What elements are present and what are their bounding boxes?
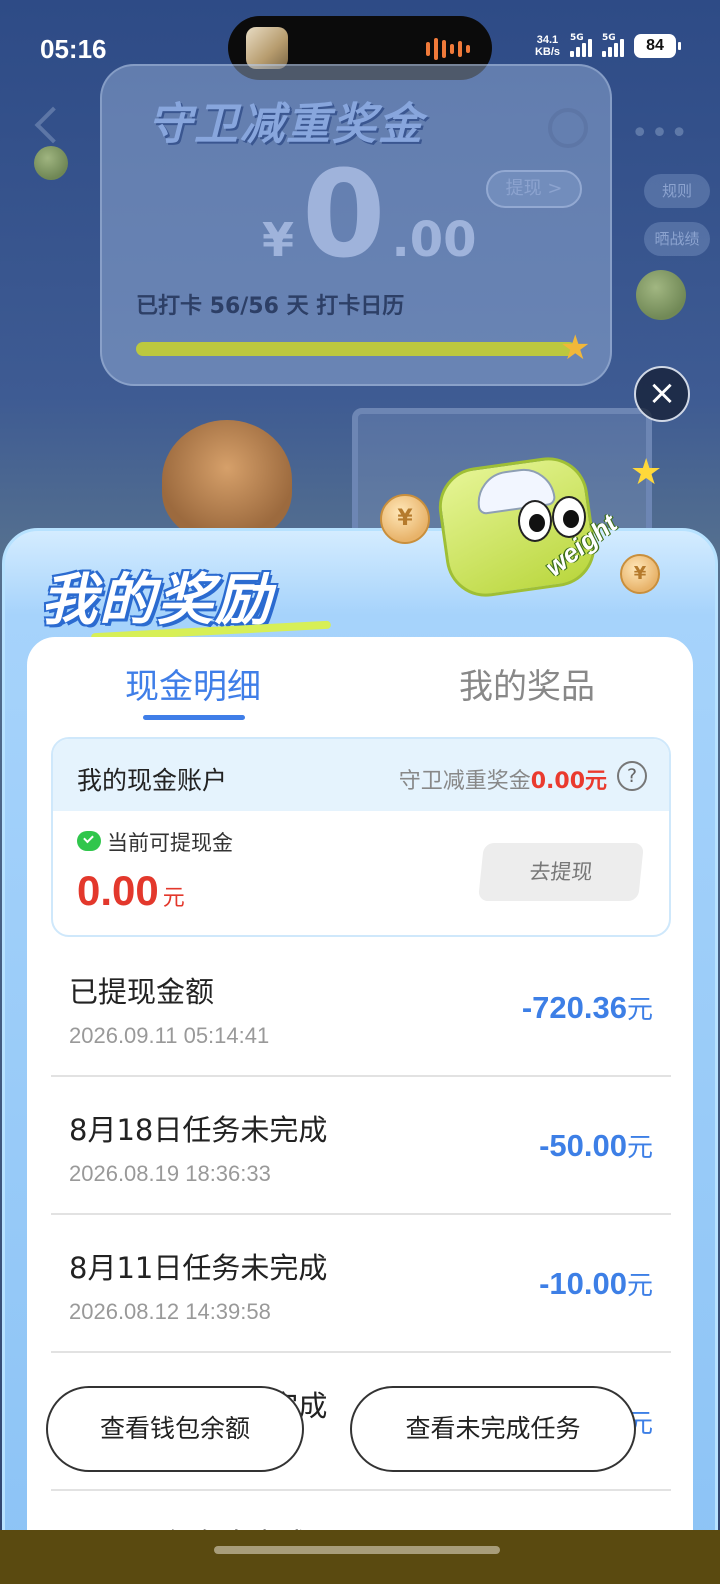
character-illustration xyxy=(162,420,292,540)
battery-icon: 84 xyxy=(634,34,681,58)
bonus-summary: 守卫减重奖金0.00元 xyxy=(399,763,607,795)
bonus-card: 守卫减重奖金 提现 > ¥ 0 .00 已打卡 56/56 天 打卡日历 ★ xyxy=(100,64,612,386)
scale-mascot-illustration: ¥ weight ★ ¥ xyxy=(380,440,700,610)
checkin-progress-bar xyxy=(136,342,576,356)
record-title: 已提现金额 xyxy=(69,975,215,1009)
sheet-title: 我的奖励 xyxy=(41,568,273,633)
status-indicators: 34.1 KB/s 5G 5G 84 xyxy=(535,33,681,58)
help-icon[interactable]: ? xyxy=(617,761,647,791)
tab-my-prizes[interactable]: 我的奖品 xyxy=(459,659,595,708)
network-speed-value: 34.1 xyxy=(536,34,559,46)
available-cash-unit: 元 xyxy=(162,886,185,911)
back-arrow-icon[interactable] xyxy=(34,106,72,144)
tab-cash-details[interactable]: 现金明细 xyxy=(125,659,261,708)
bottom-action-bar: 查看钱包余额 查看未完成任务 xyxy=(0,1386,720,1476)
share-icon[interactable] xyxy=(548,108,588,148)
bonus-card-title: 守卫减重奖金 xyxy=(148,99,424,150)
bonus-currency: ¥ xyxy=(262,213,295,267)
coin-icon: ¥ xyxy=(380,494,430,544)
bonus-summary-value: 0.00元 xyxy=(530,769,607,794)
bonus-amount: ¥ 0 .00 xyxy=(262,156,477,276)
star-icon: ★ xyxy=(630,452,663,493)
bonus-decimal: .00 xyxy=(391,212,477,268)
record-amount-value: -10.00 xyxy=(539,1266,627,1301)
list-item: 8月18日任务未完成 2026.08.19 18:36:33 -50.00元 xyxy=(51,1077,671,1215)
cash-account-card: 我的现金账户 守卫减重奖金0.00元 ? 当前可提现金 0.00 元 去提现 xyxy=(51,737,671,937)
coin-icon: ¥ xyxy=(620,554,660,594)
rules-button[interactable]: 规则 xyxy=(644,174,710,208)
cash-account-header: 我的现金账户 守卫减重奖金0.00元 ? xyxy=(53,739,669,811)
audio-wave-icon xyxy=(426,38,470,60)
record-title: 8月11日任务未完成 xyxy=(69,1251,328,1285)
record-amount-unit: 元 xyxy=(626,995,653,1025)
record-time: 2026.08.12 14:39:58 xyxy=(69,1299,271,1324)
record-title: 8月18日任务未完成 xyxy=(69,1113,328,1147)
network-speed: 34.1 KB/s xyxy=(535,34,560,58)
mascot-eye-icon xyxy=(518,500,552,542)
network-speed-unit: KB/s xyxy=(534,46,560,58)
record-amount-value: -720.36 xyxy=(521,990,627,1025)
tennis-ball-decoration xyxy=(34,146,68,180)
close-icon[interactable]: × xyxy=(634,366,690,422)
record-amount: -50.00元 xyxy=(539,1127,653,1164)
more-options-icon[interactable]: ••• xyxy=(631,116,690,151)
view-wallet-balance-button[interactable]: 查看钱包余额 xyxy=(46,1386,304,1472)
record-amount-unit: 元 xyxy=(626,1133,653,1163)
available-cash-value: 0.00 xyxy=(77,867,159,914)
available-cash-amount: 0.00 元 xyxy=(77,867,185,915)
record-amount-unit: 元 xyxy=(626,1271,653,1301)
active-tab-indicator xyxy=(143,715,245,720)
bonus-summary-label: 守卫减重奖金 xyxy=(398,769,531,794)
signal-2-icon: 5G xyxy=(602,33,624,57)
list-item: 8月11日任务未完成 2026.08.12 14:39:58 -10.00元 xyxy=(51,1215,671,1353)
record-time: 2026.09.11 05:14:41 xyxy=(69,1023,270,1048)
record-amount-value: -50.00 xyxy=(539,1128,627,1163)
list-item: 已提现金额 2026.09.11 05:14:41 -720.36元 xyxy=(51,939,671,1077)
star-icon: ★ xyxy=(560,328,591,368)
home-indicator[interactable] xyxy=(214,1546,500,1554)
bonus-integer: 0 xyxy=(302,146,386,285)
wechat-check-icon xyxy=(77,831,101,851)
checkin-progress-text[interactable]: 已打卡 56/56 天 打卡日历 xyxy=(136,288,404,320)
status-time: 05:16 xyxy=(40,34,107,64)
view-unfinished-tasks-button[interactable]: 查看未完成任务 xyxy=(350,1386,636,1472)
media-thumbnail-icon xyxy=(246,27,288,69)
cash-account-title: 我的现金账户 xyxy=(77,766,228,795)
withdraw-button[interactable]: 去提现 xyxy=(477,843,645,901)
signal-2-label: 5G xyxy=(602,33,616,43)
signal-1-icon: 5G xyxy=(570,33,592,57)
tab-bar: 现金明细 我的奖品 xyxy=(27,637,693,723)
signal-1-label: 5G xyxy=(570,33,584,43)
record-amount: -10.00元 xyxy=(539,1265,653,1302)
record-time: 2026.08.19 18:36:33 xyxy=(69,1161,271,1186)
record-amount: -720.36元 xyxy=(522,989,653,1026)
share-results-button[interactable]: 晒战绩 xyxy=(644,222,710,256)
bonus-withdraw-button[interactable]: 提现 > xyxy=(486,170,582,208)
available-cash-label: 当前可提现金 xyxy=(107,831,233,855)
tennis-ball-decoration xyxy=(636,270,686,320)
home-bar-background xyxy=(0,1530,720,1584)
